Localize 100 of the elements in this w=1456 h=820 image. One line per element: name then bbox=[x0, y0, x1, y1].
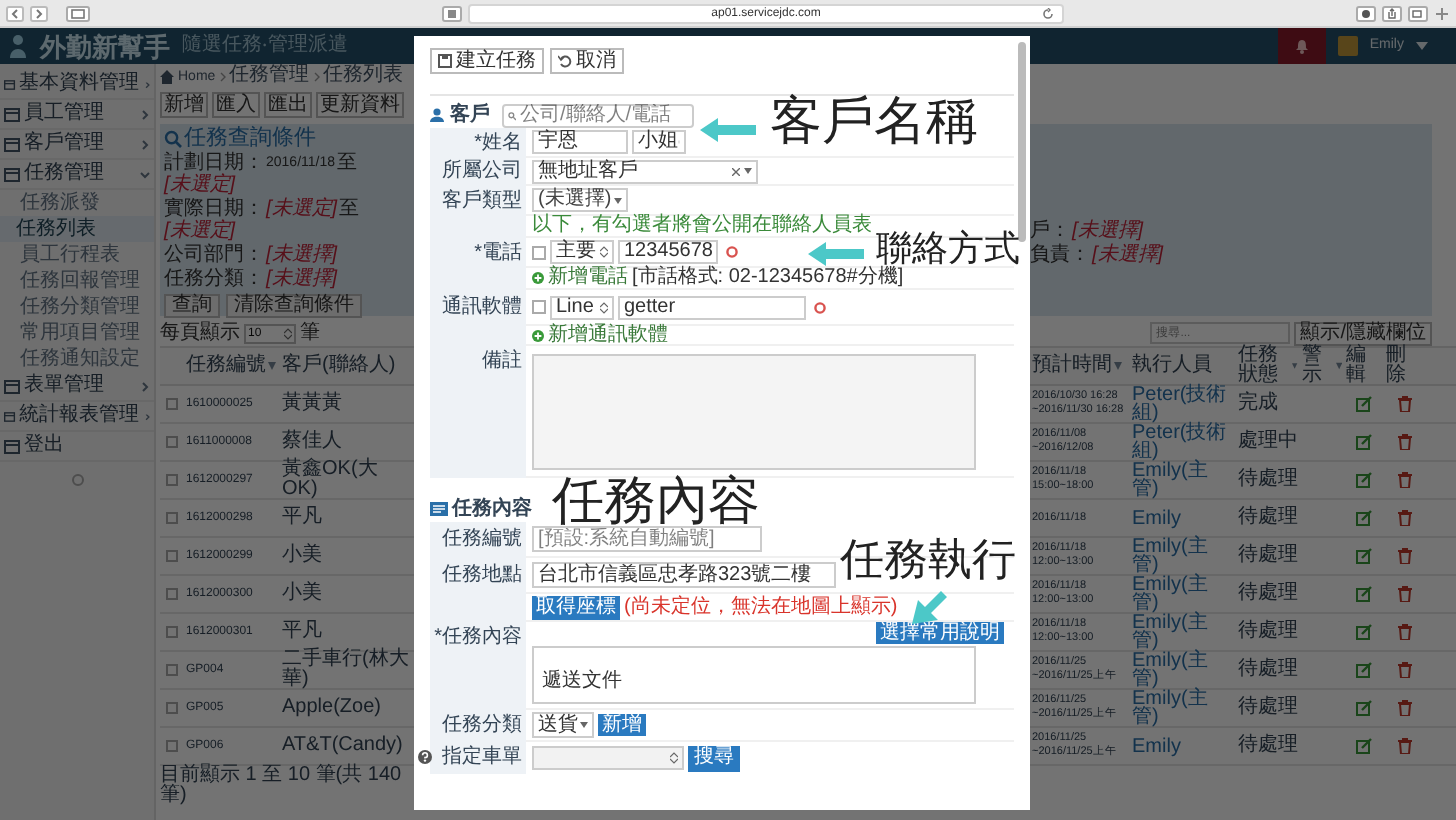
column-header[interactable]: 警示 bbox=[1302, 346, 1334, 386]
select-field[interactable]: 小姐 bbox=[632, 130, 686, 154]
toolbar-button[interactable]: 匯出 bbox=[264, 92, 312, 118]
filter-value[interactable]: [未選擇] bbox=[1072, 220, 1144, 242]
messenger-id-field[interactable]: getter bbox=[618, 295, 806, 319]
table-cell: 待處理 bbox=[1236, 736, 1300, 756]
get-coordinates-button[interactable]: 取得座標 bbox=[532, 595, 620, 619]
filter-label: 實際日期： bbox=[164, 198, 264, 220]
filter-label: 至 bbox=[337, 152, 358, 174]
sidebar-subitem[interactable]: 任務列表 bbox=[0, 216, 154, 242]
executor-link[interactable]: Emily(主管) bbox=[1130, 690, 1236, 726]
select-field[interactable]: Line bbox=[550, 295, 614, 319]
page-size-unit: 筆 bbox=[300, 323, 320, 343]
filter-value[interactable]: [未選擇] bbox=[266, 268, 338, 290]
filter-label: 負責： bbox=[1030, 244, 1090, 266]
column-header[interactable]: 預計時間 bbox=[1032, 356, 1112, 376]
column-header[interactable]: 客戶(聯絡人) bbox=[282, 356, 396, 376]
column-header[interactable]: 執行人員 bbox=[1132, 356, 1212, 376]
executor-link[interactable]: Peter(技術組) bbox=[1130, 424, 1236, 460]
breadcrumb-item[interactable]: 任務管理 bbox=[229, 66, 310, 86]
phone-field[interactable]: 12345678 bbox=[618, 240, 718, 264]
executor-link[interactable]: Peter(技術組) bbox=[1130, 386, 1236, 422]
annotation-label: 任務內容 bbox=[552, 474, 760, 526]
sidebar-item[interactable]: 員工管理 bbox=[0, 100, 154, 130]
toolbar-button[interactable]: 更新資料 bbox=[316, 92, 404, 118]
table-footer: 目前顯示 1 至 10 筆(共 140 筆) bbox=[160, 766, 410, 806]
executor-link[interactable]: Emily(主管) bbox=[1130, 538, 1236, 574]
add-link[interactable]: 新增通訊軟體 bbox=[548, 325, 668, 345]
sidebar-subitem[interactable]: 常用項目管理 bbox=[0, 320, 154, 346]
company-select[interactable]: 無地址客戶 bbox=[532, 159, 758, 183]
sidebar-subitem[interactable]: 任務通知設定 bbox=[0, 346, 154, 372]
page-size-label: 每頁顯示 bbox=[160, 323, 240, 343]
table-cell-text: 黃鑫OK(大OK) bbox=[280, 460, 380, 500]
sidebar-subitem[interactable]: 任務分類管理 bbox=[0, 294, 154, 320]
column-toggle-button[interactable]: 顯示/隱藏欄位 bbox=[1294, 321, 1432, 345]
filter-value[interactable]: [未選擇] bbox=[266, 244, 338, 266]
customer-search-field[interactable]: 公司/聯絡人/電話 bbox=[502, 103, 694, 127]
filter-button[interactable]: 查詢 bbox=[164, 294, 220, 318]
table-cell: 待處理 bbox=[1236, 584, 1300, 604]
column-header[interactable]: 編輯 bbox=[1346, 346, 1382, 386]
table-cell: 待處理 bbox=[1236, 698, 1300, 718]
table-cell-text: 平凡 bbox=[280, 622, 324, 642]
toolbar-button[interactable]: 匯入 bbox=[212, 92, 260, 118]
modal-button[interactable]: 建立任務 bbox=[430, 48, 544, 74]
executor-link[interactable]: Emily(主管) bbox=[1130, 462, 1236, 498]
table-cell: 處理中 bbox=[1236, 432, 1300, 452]
filter-value[interactable]: [未選定] bbox=[164, 174, 236, 196]
column-header[interactable]: 刪除 bbox=[1386, 346, 1424, 386]
sidebar-item[interactable]: 登出 bbox=[0, 432, 154, 462]
table-cell: 待處理 bbox=[1236, 660, 1300, 680]
filter-value[interactable]: [未選定] bbox=[266, 198, 338, 220]
contact-hint: 以下，有勾選者將會公開在聯絡人員表 bbox=[532, 216, 872, 236]
search-button[interactable]: 搜尋 bbox=[688, 745, 740, 771]
select-field[interactable]: 主要 bbox=[550, 240, 614, 264]
column-header[interactable]: 任務編號 bbox=[186, 356, 266, 376]
common-phrases-button[interactable]: 選擇常用說明 bbox=[876, 622, 1004, 644]
table-cell-text: 完成 bbox=[1236, 394, 1280, 414]
field-label: *任務內容 bbox=[434, 628, 522, 652]
column-header[interactable]: 任務狀態 bbox=[1238, 346, 1291, 386]
name-field[interactable]: 宇恩 bbox=[532, 130, 628, 154]
table-cell: 待處理 bbox=[1236, 622, 1300, 642]
sidebar-subitem[interactable]: 任務派發 bbox=[0, 190, 154, 216]
table-cell-text: Apple(Zoe) bbox=[280, 698, 383, 718]
section-title: 客戶 bbox=[450, 105, 490, 125]
toolbar-button[interactable]: 新增 bbox=[160, 92, 208, 118]
sidebar-item[interactable]: 任務管理 bbox=[0, 160, 154, 190]
field-label: 通訊軟體 bbox=[442, 298, 522, 318]
add-link[interactable]: 新增電話 bbox=[548, 268, 628, 288]
sidebar-item[interactable]: 基本資料管理 bbox=[0, 70, 154, 100]
task-category-select[interactable]: 送貨 bbox=[532, 712, 594, 738]
add-category-button[interactable]: 新增 bbox=[598, 714, 646, 736]
executor-link[interactable]: Emily bbox=[1130, 737, 1236, 755]
filter-value[interactable]: [未選定] bbox=[164, 220, 236, 242]
sidebar-item[interactable]: 統計報表管理 bbox=[0, 402, 154, 432]
sidebar-subitem[interactable]: 員工行程表 bbox=[0, 242, 154, 268]
task-location-field[interactable]: 台北市信義區忠孝路323號二樓 bbox=[532, 562, 836, 588]
section-title: 任務內容 bbox=[452, 499, 532, 519]
modal-button[interactable]: 取消 bbox=[550, 48, 624, 74]
field-label: *姓名 bbox=[474, 133, 522, 153]
table-cell: 待處理 bbox=[1236, 546, 1300, 566]
field-label: 所屬公司 bbox=[442, 162, 522, 182]
table-cell-text: 小美 bbox=[280, 584, 324, 604]
sidebar-item[interactable]: 表單管理 bbox=[0, 372, 154, 402]
field-label: *電話 bbox=[474, 243, 522, 263]
filter-label: 公司部門： bbox=[164, 244, 264, 266]
customer-type-select[interactable]: (未選擇) bbox=[532, 188, 628, 212]
executor-link[interactable]: Emily bbox=[1130, 509, 1236, 527]
filter-button[interactable]: 清除查詢條件 bbox=[226, 294, 362, 318]
location-status: (尚未定位，無法在地圖上顯示) bbox=[624, 597, 898, 617]
task-number-field[interactable]: [預設:系統自動編號] bbox=[532, 526, 762, 552]
sidebar-subitem[interactable]: 任務回報管理 bbox=[0, 268, 154, 294]
sidebar-item[interactable]: 客戶管理 bbox=[0, 130, 154, 160]
executor-link[interactable]: Emily(主管) bbox=[1130, 614, 1236, 650]
task-content-textarea[interactable]: 遞送文件 bbox=[532, 646, 976, 704]
filter-label: 戶： bbox=[1030, 220, 1070, 242]
executor-link[interactable]: Emily(主管) bbox=[1130, 652, 1236, 688]
filter-title: 任務查詢條件 bbox=[184, 128, 316, 150]
breadcrumb-item[interactable]: 任務列表 bbox=[323, 66, 404, 86]
executor-link[interactable]: Emily(主管) bbox=[1130, 576, 1236, 612]
filter-value[interactable]: [未選擇] bbox=[1092, 244, 1164, 266]
